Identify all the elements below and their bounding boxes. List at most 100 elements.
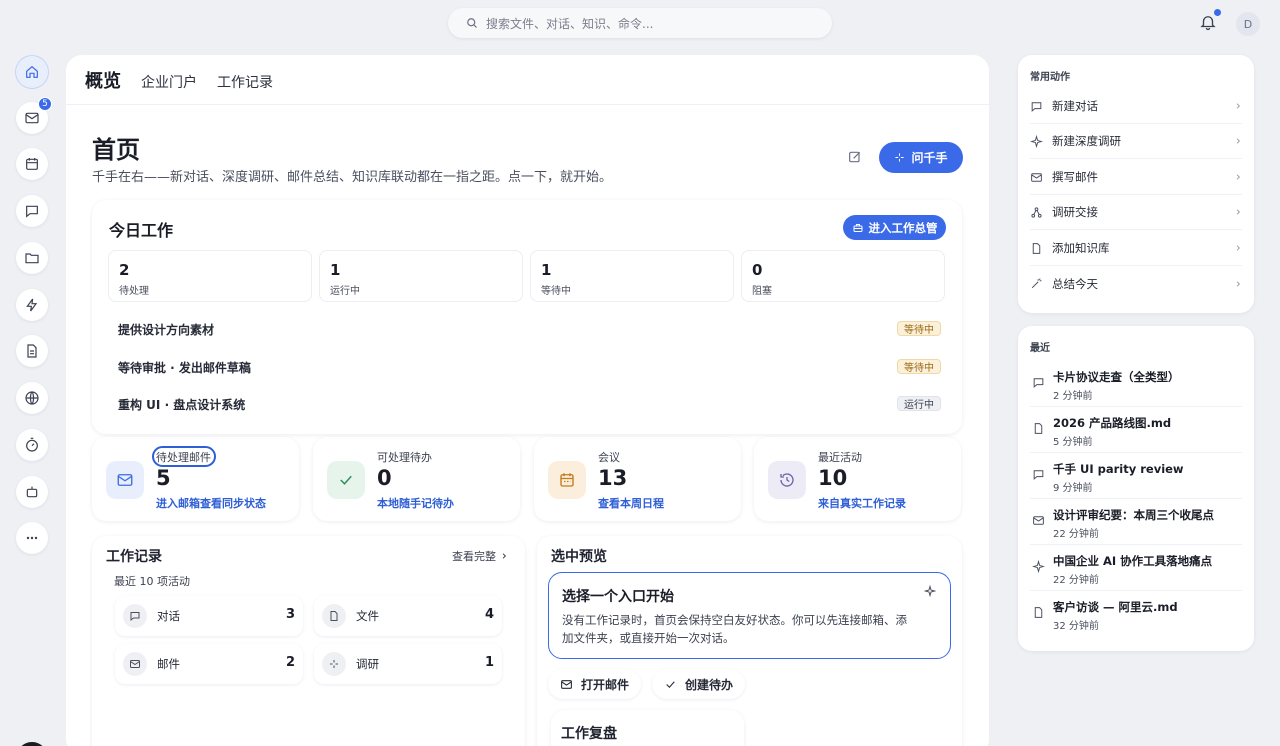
action-new-chat[interactable]: 新建对话 (1030, 89, 1242, 124)
stat-running[interactable]: 1 运行中 (319, 250, 523, 302)
sparkle-icon (1032, 560, 1045, 573)
recent-item-time: 9 分钟前 (1053, 483, 1093, 494)
ask-button[interactable]: 问千手 (879, 142, 963, 173)
calendar-icon (548, 461, 586, 499)
metric-link[interactable]: 查看本周日程 (598, 495, 664, 511)
rail-folder[interactable] (16, 242, 48, 274)
record-count: 1 (484, 655, 494, 670)
action-label: 添加知识库 (1052, 241, 1110, 255)
create-todo-label: 创建待办 (685, 677, 734, 692)
stat-label: 阻塞 (752, 286, 772, 297)
page-subtitle: 千手在右——新对话、深度调研、邮件总结、知识库联动都在一指之距。点一下，就开始。 (92, 170, 613, 185)
quick-actions-title: 常用动作 (1030, 72, 1070, 83)
rail-timer[interactable] (16, 429, 48, 461)
record-files[interactable]: 文件 4 (314, 596, 502, 636)
mail-icon (1033, 516, 1044, 525)
action-compose-mail[interactable]: 撰写邮件 (1030, 160, 1242, 195)
record-research[interactable]: 调研 1 (314, 644, 502, 684)
action-label: 新建对话 (1052, 99, 1098, 113)
mail-badge: 5 (38, 97, 52, 111)
recent-item[interactable]: 中国企业 AI 协作工具落地痛点 22 分钟前 (1030, 545, 1242, 591)
action-add-knowledge[interactable]: 添加知识库 (1030, 231, 1242, 266)
recent-item-title: 卡片协议走查（全类型） (1053, 370, 1180, 384)
rail-chat[interactable] (16, 195, 48, 227)
record-count: 4 (484, 607, 494, 622)
mail-icon (123, 652, 147, 676)
rail-calendar[interactable] (16, 148, 48, 180)
metric-link[interactable]: 来自真实工作记录 (818, 495, 906, 511)
action-research-handoff[interactable]: 调研交接 (1030, 195, 1242, 230)
metric-label: 可处理待办 (377, 451, 432, 464)
stat-label: 待处理 (119, 286, 149, 297)
avatar[interactable]: D (1236, 12, 1260, 36)
task-item[interactable]: 提供设计方向素材 (118, 321, 214, 338)
recent-item-time: 22 分钟前 (1053, 575, 1099, 586)
recent-item[interactable]: 设计评审纪要：本周三个收尾点 22 分钟前 (1030, 499, 1242, 545)
today-work-title: 今日工作 (109, 221, 174, 240)
sparkle-icon (895, 153, 905, 162)
rail-flash[interactable] (16, 289, 48, 321)
metric-label: 会议 (598, 451, 620, 464)
task-item[interactable]: 重构 UI · 盘点设计系统 (118, 396, 245, 413)
preview-entry-box[interactable]: 选择一个入口开始 没有工作记录时，首页会保持空白友好状态。你可以先连接邮箱、添加… (548, 572, 951, 659)
global-search[interactable]: 搜索文件、对话、知识、命令... (448, 8, 832, 38)
recent-title: 最近 (1030, 343, 1050, 354)
rail-robot[interactable] (16, 476, 48, 508)
metric-recent-activity[interactable]: 最近活动 10 来自真实工作记录 (754, 437, 961, 521)
metric-meetings[interactable]: 会议 13 查看本周日程 (534, 437, 741, 521)
stat-label: 运行中 (330, 286, 360, 297)
chevron-right-icon (502, 553, 507, 559)
recent-item-title: 设计评审纪要：本周三个收尾点 (1053, 508, 1214, 522)
rail-globe[interactable] (16, 382, 48, 414)
briefcase-icon (853, 223, 862, 232)
file-icon (1032, 242, 1041, 254)
tab-work-records[interactable]: 工作记录 (217, 72, 273, 92)
tab-overview[interactable]: 概览 (85, 67, 121, 93)
network-icon (1031, 206, 1042, 218)
enter-work-manager-button[interactable]: 进入工作总管 (843, 215, 946, 240)
metric-todos[interactable]: 可处理待办 0 本地随手记待办 (313, 437, 520, 521)
create-todo-button[interactable]: 创建待办 (652, 669, 746, 699)
more-icon (26, 536, 38, 540)
wand-icon (1031, 278, 1042, 289)
tab-portal[interactable]: 企业门户 (141, 72, 197, 92)
record-name: 文件 (356, 609, 379, 623)
record-mail[interactable]: 邮件 2 (115, 644, 303, 684)
chat-icon (123, 604, 147, 628)
chat-icon (1031, 101, 1042, 112)
recent-item[interactable]: 千手 UI parity review 9 分钟前 (1030, 453, 1242, 499)
task-item[interactable]: 等待审批 · 发出邮件草稿 (118, 359, 251, 376)
rail-document[interactable] (16, 335, 48, 367)
work-review-card[interactable]: 工作复盘 (551, 710, 744, 746)
view-all-link[interactable]: 查看完整 (452, 548, 508, 564)
rail-bottom-dark[interactable] (16, 742, 48, 746)
rail-home[interactable] (16, 56, 48, 88)
stat-pending[interactable]: 2 待处理 (108, 250, 312, 302)
edit-icon[interactable] (847, 149, 863, 165)
recent-item[interactable]: 2026 产品路线图.md 5 分钟前 (1030, 407, 1242, 453)
rail-mail[interactable]: 5 (16, 97, 52, 134)
metric-link[interactable]: 进入邮箱查看同步状态 (156, 495, 266, 511)
metric-pending-mail[interactable]: 待处理邮件 5 进入邮箱查看同步状态 (92, 437, 299, 521)
check-icon (327, 461, 365, 499)
mail-icon (106, 461, 144, 499)
metric-link[interactable]: 本地随手记待办 (377, 495, 454, 511)
stat-value: 2 (119, 261, 130, 279)
action-label: 新建深度调研 (1052, 134, 1121, 148)
history-icon (768, 461, 806, 499)
chevron-right-icon (1236, 174, 1241, 180)
metric-value: 10 (818, 466, 848, 490)
record-chat[interactable]: 对话 3 (115, 596, 303, 636)
chevron-right-icon (1236, 103, 1241, 109)
ask-button-label: 问千手 (911, 151, 948, 165)
stat-waiting[interactable]: 1 等待中 (530, 250, 734, 302)
open-mail-button[interactable]: 打开邮件 (548, 669, 642, 699)
stat-blocked[interactable]: 0 阻塞 (741, 250, 945, 302)
recent-item[interactable]: 客户访谈 — 阿里云.md 32 分钟前 (1030, 591, 1242, 637)
bell-icon[interactable] (1199, 13, 1217, 31)
recent-item[interactable]: 卡片协议走查（全类型） 2 分钟前 (1030, 361, 1242, 407)
chat-icon (1033, 470, 1044, 480)
rail-more[interactable] (16, 522, 48, 554)
action-new-research[interactable]: 新建深度调研 (1030, 124, 1242, 159)
action-summarize-today[interactable]: 总结今天 (1030, 266, 1242, 301)
